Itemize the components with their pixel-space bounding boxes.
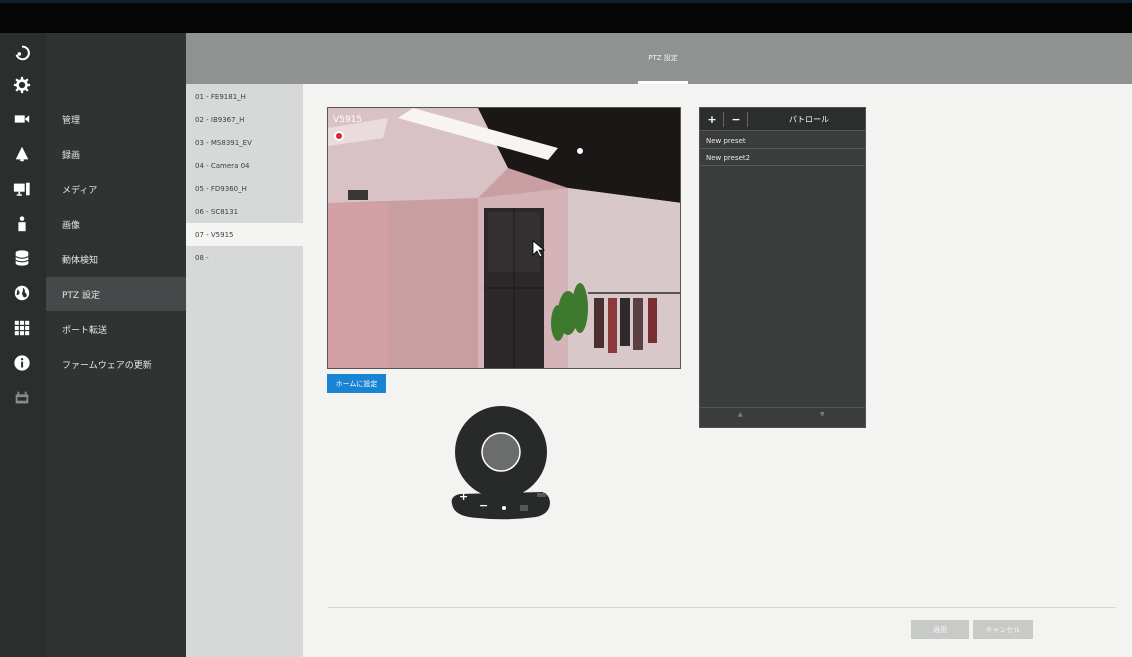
page-header: PTZ 設定 bbox=[186, 33, 1132, 84]
menu-item-label: PTZ 設定 bbox=[62, 290, 100, 301]
camera-scene bbox=[328, 108, 680, 368]
gear-icon[interactable] bbox=[11, 74, 33, 96]
device-icon[interactable] bbox=[11, 387, 33, 409]
patrol-toolbar: + − パトロール bbox=[700, 108, 865, 131]
menu-item-label: 画像 bbox=[62, 220, 81, 231]
menu-item-label: ポート転送 bbox=[62, 325, 108, 336]
menu-item-motion-detection[interactable]: 動体検知 bbox=[46, 242, 186, 276]
home-icon[interactable] bbox=[520, 505, 528, 511]
apply-button[interactable]: 適用 bbox=[911, 620, 969, 639]
camera-list-item[interactable]: 04 - Camera 04 bbox=[186, 154, 303, 177]
camera-name-overlay: V5915 bbox=[333, 115, 363, 125]
scroll-up-icon[interactable]: ▲ bbox=[738, 411, 743, 418]
zoom-out-button[interactable]: − bbox=[479, 499, 488, 512]
ptz-joystick[interactable] bbox=[481, 432, 521, 472]
zoom-in-button[interactable]: + bbox=[459, 490, 468, 503]
menu-item-media[interactable]: メディア bbox=[46, 172, 186, 206]
cancel-button[interactable]: キャンセル bbox=[973, 620, 1033, 639]
auto-focus-icon[interactable] bbox=[537, 493, 546, 497]
swirl-icon[interactable] bbox=[11, 42, 33, 64]
camera-list: 01 - FE9181_H 02 - IB9367_H 03 - MS8391_… bbox=[186, 84, 303, 657]
camera-list-item[interactable]: 03 - MS8391_EV bbox=[186, 131, 303, 154]
menu-item-label: 録画 bbox=[62, 150, 81, 161]
focus-dot-icon[interactable] bbox=[502, 506, 506, 510]
camera-list-item[interactable]: 01 - FE9181_H bbox=[186, 85, 303, 108]
preset-list-item[interactable]: New preset bbox=[700, 133, 865, 149]
camera-list-item[interactable]: 05 - FD9360_H bbox=[186, 177, 303, 200]
camera-icon[interactable] bbox=[11, 108, 33, 130]
menu-item-label: メディア bbox=[62, 185, 98, 196]
patrol-label: パトロール bbox=[788, 115, 830, 124]
recording-indicator-icon bbox=[334, 131, 344, 141]
menu-item-label: ファームウェアの更新 bbox=[62, 360, 152, 371]
database-icon[interactable] bbox=[11, 247, 33, 269]
app-window: 管理 録画 メディア 画像 動体検知 PTZ 設定 ポート転送 ファームウェアの… bbox=[0, 0, 1132, 657]
preset-list-item[interactable]: New preset2 bbox=[700, 150, 865, 166]
bell-icon[interactable] bbox=[11, 143, 33, 165]
set-home-button[interactable]: ホームに設定 bbox=[327, 374, 386, 393]
grid-icon[interactable] bbox=[11, 317, 33, 339]
ptz-control-pad: + − bbox=[450, 400, 560, 550]
camera-list-item[interactable]: 08 - bbox=[186, 246, 303, 269]
footer-divider bbox=[328, 607, 1116, 608]
top-bar bbox=[0, 0, 1132, 33]
tab-ptz-settings[interactable]: PTZ 設定 bbox=[638, 53, 688, 63]
menu-item-ptz-settings[interactable]: PTZ 設定 bbox=[46, 277, 186, 311]
patrol-footer: ▲ ▼ bbox=[700, 407, 865, 427]
icon-sidebar bbox=[0, 33, 46, 657]
add-preset-button[interactable]: + bbox=[703, 108, 721, 131]
person-icon[interactable] bbox=[11, 213, 33, 235]
menu-item-label: 管理 bbox=[62, 115, 81, 126]
menu-item-management[interactable]: 管理 bbox=[46, 102, 186, 136]
menu-item-label: 動体検知 bbox=[62, 255, 99, 266]
camera-list-item[interactable]: 07 - V5915 bbox=[186, 223, 303, 246]
settings-menu: 管理 録画 メディア 画像 動体検知 PTZ 設定 ポート転送 ファームウェアの… bbox=[46, 33, 186, 657]
menu-item-firmware-update[interactable]: ファームウェアの更新 bbox=[46, 347, 186, 381]
divider bbox=[747, 112, 748, 127]
remove-preset-button[interactable]: − bbox=[727, 108, 745, 131]
info-icon[interactable] bbox=[11, 352, 33, 374]
menu-item-image[interactable]: 画像 bbox=[46, 207, 186, 241]
camera-list-item[interactable]: 06 - SC8131 bbox=[186, 200, 303, 223]
menu-item-recording[interactable]: 録画 bbox=[46, 137, 186, 171]
scroll-down-icon[interactable]: ▼ bbox=[820, 411, 825, 418]
monitor-icon[interactable] bbox=[11, 178, 33, 200]
live-video-view[interactable]: V5915 bbox=[327, 107, 681, 369]
divider bbox=[723, 112, 724, 127]
camera-list-item[interactable]: 02 - IB9367_H bbox=[186, 108, 303, 131]
menu-item-port-forwarding[interactable]: ポート転送 bbox=[46, 312, 186, 346]
globe-icon[interactable] bbox=[11, 282, 33, 304]
patrol-panel: + − パトロール New preset New preset2 ▲ ▼ bbox=[699, 107, 866, 428]
